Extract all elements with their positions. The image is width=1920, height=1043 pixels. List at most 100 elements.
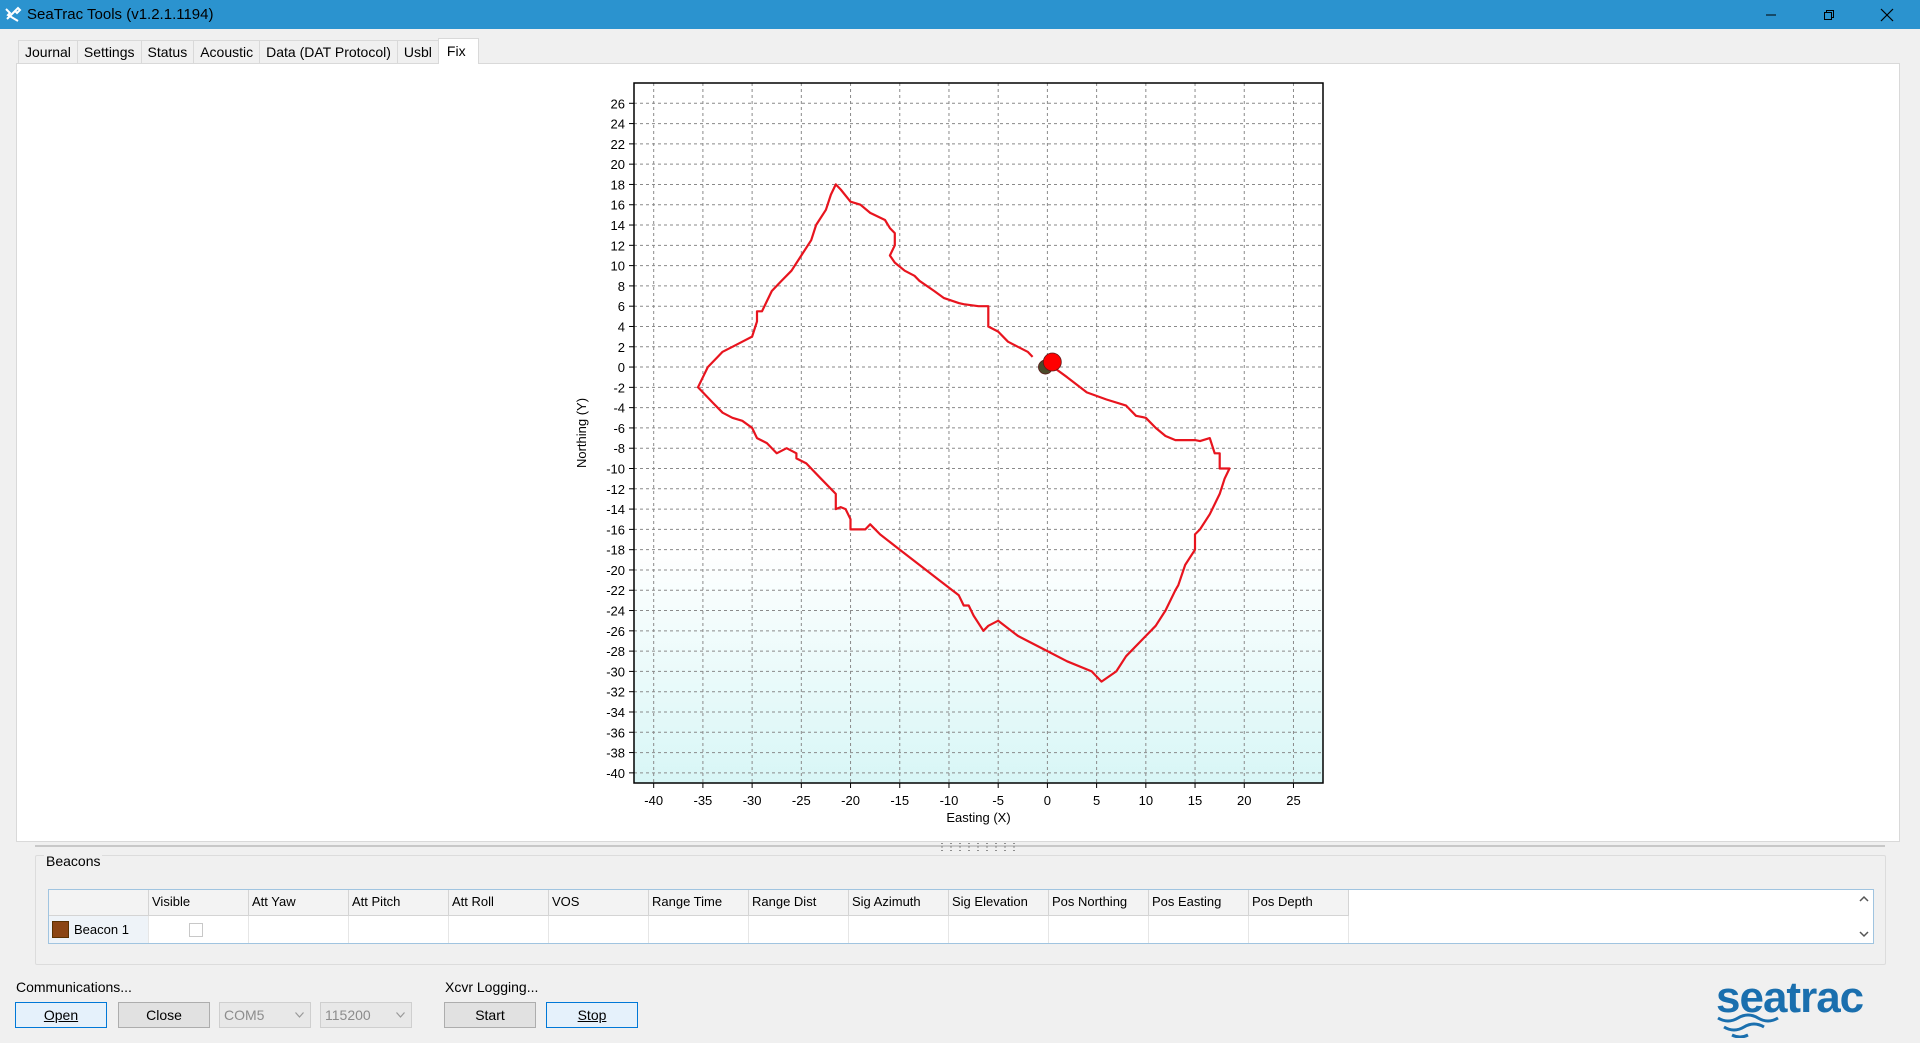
column-header-name[interactable] [49, 890, 149, 916]
x-tick-label: -40 [644, 793, 663, 808]
baud-rate-value: 115200 [325, 1007, 371, 1023]
y-tick-label: -36 [606, 725, 625, 740]
tab-journal[interactable]: Journal [18, 40, 78, 64]
tab-data-dat-protocol[interactable]: Data (DAT Protocol) [259, 40, 398, 64]
y-tick-label: 14 [611, 218, 625, 233]
pos-easting-cell [1149, 916, 1249, 943]
y-tick-label: -18 [606, 543, 625, 558]
fix-tab-panel: -40 -35 -30 -25 -20 -15 -10 -5 0 5 10 15 20 25 26 24 22 2… [16, 63, 1900, 842]
y-tick-label: 2 [618, 340, 625, 355]
column-header-range-dist[interactable]: Range Dist [749, 890, 849, 916]
y-tick-label: 24 [611, 117, 625, 132]
visible-checkbox[interactable] [189, 923, 203, 937]
y-tick-label: 4 [618, 319, 625, 334]
y-tick-label: -40 [606, 766, 625, 781]
y-tick-label: -10 [606, 462, 625, 477]
seatrac-logo: seatrac [1716, 973, 1865, 1038]
column-header-att-roll[interactable]: Att Roll [449, 890, 549, 916]
scroll-up-icon[interactable] [1858, 893, 1870, 905]
x-tick-label: 10 [1139, 793, 1153, 808]
column-header-sig-elevation[interactable]: Sig Elevation [949, 890, 1049, 916]
minimize-button[interactable] [1742, 0, 1800, 29]
sig-azimuth-cell [849, 916, 949, 943]
x-axis-label: Easting (X) [946, 810, 1010, 825]
y-axis-label: Northing (Y) [574, 398, 589, 468]
x-tick-label: 15 [1188, 793, 1202, 808]
xcvr-logging-group-title: Xcvr Logging... [445, 979, 539, 995]
y-tick-label: 22 [611, 137, 625, 152]
column-header-sig-azimuth[interactable]: Sig Azimuth [849, 890, 949, 916]
open-button-label: Open [43, 1007, 79, 1023]
beacons-table: Visible Att Yaw Att Pitch Att Roll VOS R… [48, 889, 1874, 944]
visible-cell [149, 916, 249, 943]
scroll-down-icon[interactable] [1858, 928, 1870, 940]
y-tick-label: 26 [611, 96, 625, 111]
y-tick-label: 12 [611, 238, 625, 253]
table-row[interactable]: Beacon 1 [49, 916, 1349, 943]
x-tick-label: 25 [1286, 793, 1300, 808]
att-roll-cell [449, 916, 549, 943]
x-tick-label: -15 [890, 793, 909, 808]
beacon-position-marker [1042, 352, 1062, 372]
stop-logging-button[interactable]: Stop [546, 1002, 638, 1028]
tab-strip: Journal Settings Status Acoustic Data (D… [18, 38, 479, 64]
y-tick-label: 16 [611, 198, 625, 213]
column-header-pos-easting[interactable]: Pos Easting [1149, 890, 1249, 916]
y-tick-label: -14 [606, 502, 625, 517]
tab-settings[interactable]: Settings [76, 40, 142, 64]
splitter-grip-icon: ⋮⋮⋮⋮⋮⋮⋮⋮⋮ [937, 842, 1019, 853]
beacon-name-cell[interactable]: Beacon 1 [49, 916, 149, 943]
minimize-icon [1766, 14, 1776, 15]
panel-splitter[interactable]: ⋮⋮⋮⋮⋮⋮⋮⋮⋮ [35, 842, 1885, 853]
com-port-value: COM5 [224, 1007, 265, 1023]
tab-status[interactable]: Status [140, 40, 195, 64]
x-tick-label: -10 [940, 793, 959, 808]
x-tick-label: -25 [792, 793, 811, 808]
table-vertical-scrollbar[interactable] [1855, 890, 1873, 943]
position-fix-plot[interactable]: -40 -35 -30 -25 -20 -15 -10 -5 0 5 10 15 20 252624222… [17, 64, 1901, 843]
close-window-button[interactable] [1858, 0, 1916, 29]
y-tick-label: -34 [606, 705, 625, 720]
com-port-select[interactable]: COM5 [219, 1002, 311, 1028]
y-tick-label: 20 [611, 157, 625, 172]
logo-text: seatrac [1716, 973, 1864, 1022]
sig-elevation-cell [949, 916, 1049, 943]
column-header-pos-northing[interactable]: Pos Northing [1049, 890, 1149, 916]
beacons-group-title: Beacons [44, 853, 103, 869]
start-button-label: Start [475, 1007, 505, 1023]
x-tick-label: -35 [694, 793, 713, 808]
column-header-att-yaw[interactable]: Att Yaw [249, 890, 349, 916]
pos-depth-cell [1249, 916, 1349, 943]
baud-rate-select[interactable]: 115200 [320, 1002, 412, 1028]
column-header-visible[interactable]: Visible [149, 890, 249, 916]
y-tick-label: 6 [618, 299, 625, 314]
close-button-label: Close [146, 1007, 182, 1023]
y-tick-label: -38 [606, 746, 625, 761]
column-header-vos[interactable]: VOS [549, 890, 649, 916]
open-button[interactable]: Open [15, 1002, 107, 1028]
y-tick-label: 0 [618, 360, 625, 375]
column-header-att-pitch[interactable]: Att Pitch [349, 890, 449, 916]
tab-acoustic[interactable]: Acoustic [193, 40, 261, 64]
pos-northing-cell [1049, 916, 1149, 943]
tools-icon [5, 6, 22, 22]
column-header-pos-depth[interactable]: Pos Depth [1249, 890, 1349, 916]
y-tick-label: -8 [613, 441, 625, 456]
y-tick-label: -28 [606, 644, 625, 659]
tab-usbl[interactable]: Usbl [396, 40, 439, 64]
y-tick-label: -2 [613, 380, 625, 395]
x-tick-label: 5 [1093, 793, 1100, 808]
restore-button[interactable] [1800, 0, 1858, 29]
y-tick-label: -30 [606, 664, 625, 679]
tab-fix[interactable]: Fix [437, 38, 479, 64]
beacon-color-swatch [52, 920, 69, 938]
y-tick-label: 18 [611, 177, 625, 192]
communications-group-title: Communications... [16, 979, 132, 995]
close-button[interactable]: Close [118, 1002, 210, 1028]
column-header-range-time[interactable]: Range Time [649, 890, 749, 916]
y-tick-label: -16 [606, 522, 625, 537]
y-tick-label: -24 [606, 604, 625, 619]
start-logging-button[interactable]: Start [444, 1002, 536, 1028]
window-title: SeaTrac Tools (v1.2.1.1194) [27, 6, 214, 23]
restore-icon [1824, 9, 1834, 20]
